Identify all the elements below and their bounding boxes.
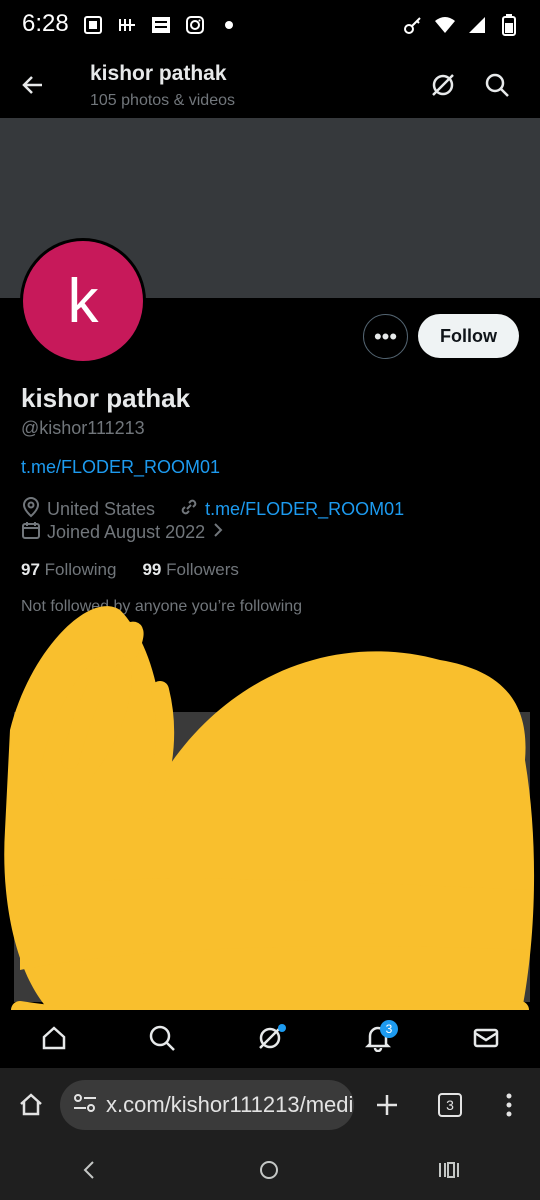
news-icon [150, 14, 172, 36]
nav-home[interactable] [34, 1018, 74, 1058]
more-options-button[interactable]: ••• [363, 314, 408, 359]
search-icon [485, 73, 509, 97]
more-vertical-icon [506, 1093, 512, 1117]
app-notification-icon [116, 14, 138, 36]
following-label: Following [44, 560, 117, 579]
grok-icon [432, 74, 454, 96]
arrow-left-icon [22, 76, 42, 94]
followers-count: 99 [142, 560, 162, 579]
system-icons [402, 14, 520, 36]
recents-icon [439, 1161, 460, 1178]
avatar[interactable]: k [20, 238, 146, 364]
website-link[interactable]: t.me/FLODER_ROOM01 [205, 499, 404, 520]
profile-name: kishor pathak [21, 383, 191, 413]
chevron-left-icon [83, 1160, 94, 1179]
tab-count: 3 [438, 1093, 462, 1117]
location-icon [21, 496, 41, 523]
more-notifications-dot-icon [218, 14, 240, 36]
home-icon [42, 1026, 66, 1050]
search-icon [149, 1025, 175, 1051]
nav-grok[interactable] [250, 1018, 290, 1058]
grok-button[interactable] [428, 70, 458, 100]
profile-header: kishor pathak 105 photos & videos [0, 52, 540, 118]
browser-menu-button[interactable] [494, 1090, 524, 1120]
following-count: 97 [21, 560, 40, 579]
home-icon [20, 1093, 42, 1116]
notifications-badge: 3 [380, 1020, 398, 1038]
browser-home-button[interactable] [16, 1090, 46, 1120]
media-grid[interactable] [14, 712, 530, 1002]
new-dot [278, 1024, 286, 1032]
key-icon [402, 14, 424, 36]
system-navigation [0, 1144, 540, 1200]
plus-icon [377, 1095, 397, 1115]
followers-stat[interactable]: 99 Followers [142, 560, 238, 580]
browser-toolbar: x.com/kishor111213/media 3 [0, 1068, 540, 1144]
nav-notifications[interactable]: 3 [358, 1018, 398, 1058]
screenshot-icon [82, 14, 104, 36]
bio-link[interactable]: t.me/FLODER_ROOM01 [21, 457, 220, 478]
instagram-icon [184, 14, 206, 36]
status-time: 6:28 [22, 10, 69, 37]
link-icon [179, 497, 199, 522]
nav-search[interactable] [142, 1018, 182, 1058]
tab-posts[interactable]: Posts [60, 665, 103, 685]
follow-stats: 97 Following 99 Followers [21, 560, 239, 580]
signal-icon [466, 14, 488, 36]
joined-text: Joined August 2022 [47, 522, 206, 542]
notification-icons [82, 14, 240, 36]
site-settings-icon[interactable] [72, 1092, 98, 1119]
bottom-nav: 3 [0, 1010, 540, 1066]
profile-handle: @kishor111213 [21, 418, 145, 438]
url-text: x.com/kishor111213/media [106, 1092, 354, 1117]
profile-meta-row: United States t.me/FLODER_ROOM01 [21, 496, 404, 523]
header-subtitle: 105 photos & videos [90, 92, 235, 109]
nav-messages[interactable] [466, 1018, 506, 1058]
location-text: United States [47, 499, 156, 519]
mail-icon [473, 1028, 499, 1048]
status-bar: 6:28 [0, 0, 540, 52]
circle-icon [259, 1160, 278, 1179]
system-recents-button[interactable] [437, 1159, 461, 1186]
follow-button[interactable]: Follow [418, 314, 519, 358]
calendar-icon [21, 520, 41, 545]
followers-label: Followers [166, 560, 239, 579]
header-title: kishor pathak [90, 62, 227, 85]
system-back-button[interactable] [79, 1159, 101, 1186]
url-bar[interactable]: x.com/kishor111213/media [60, 1080, 354, 1130]
avatar-letter: k [23, 241, 143, 361]
system-home-button[interactable] [258, 1159, 280, 1186]
new-tab-button[interactable] [372, 1090, 402, 1120]
battery-icon [498, 14, 520, 36]
tab-switcher-button[interactable]: 3 [435, 1090, 465, 1120]
joined-row[interactable]: Joined August 2022 [21, 520, 225, 545]
back-button[interactable] [18, 70, 48, 100]
not-followed-text: Not followed by anyone you’re following [21, 598, 303, 615]
following-stat[interactable]: 97 Following [21, 560, 116, 580]
wifi-icon [434, 14, 456, 36]
search-button[interactable] [482, 70, 512, 100]
chevron-right-icon [211, 521, 225, 544]
